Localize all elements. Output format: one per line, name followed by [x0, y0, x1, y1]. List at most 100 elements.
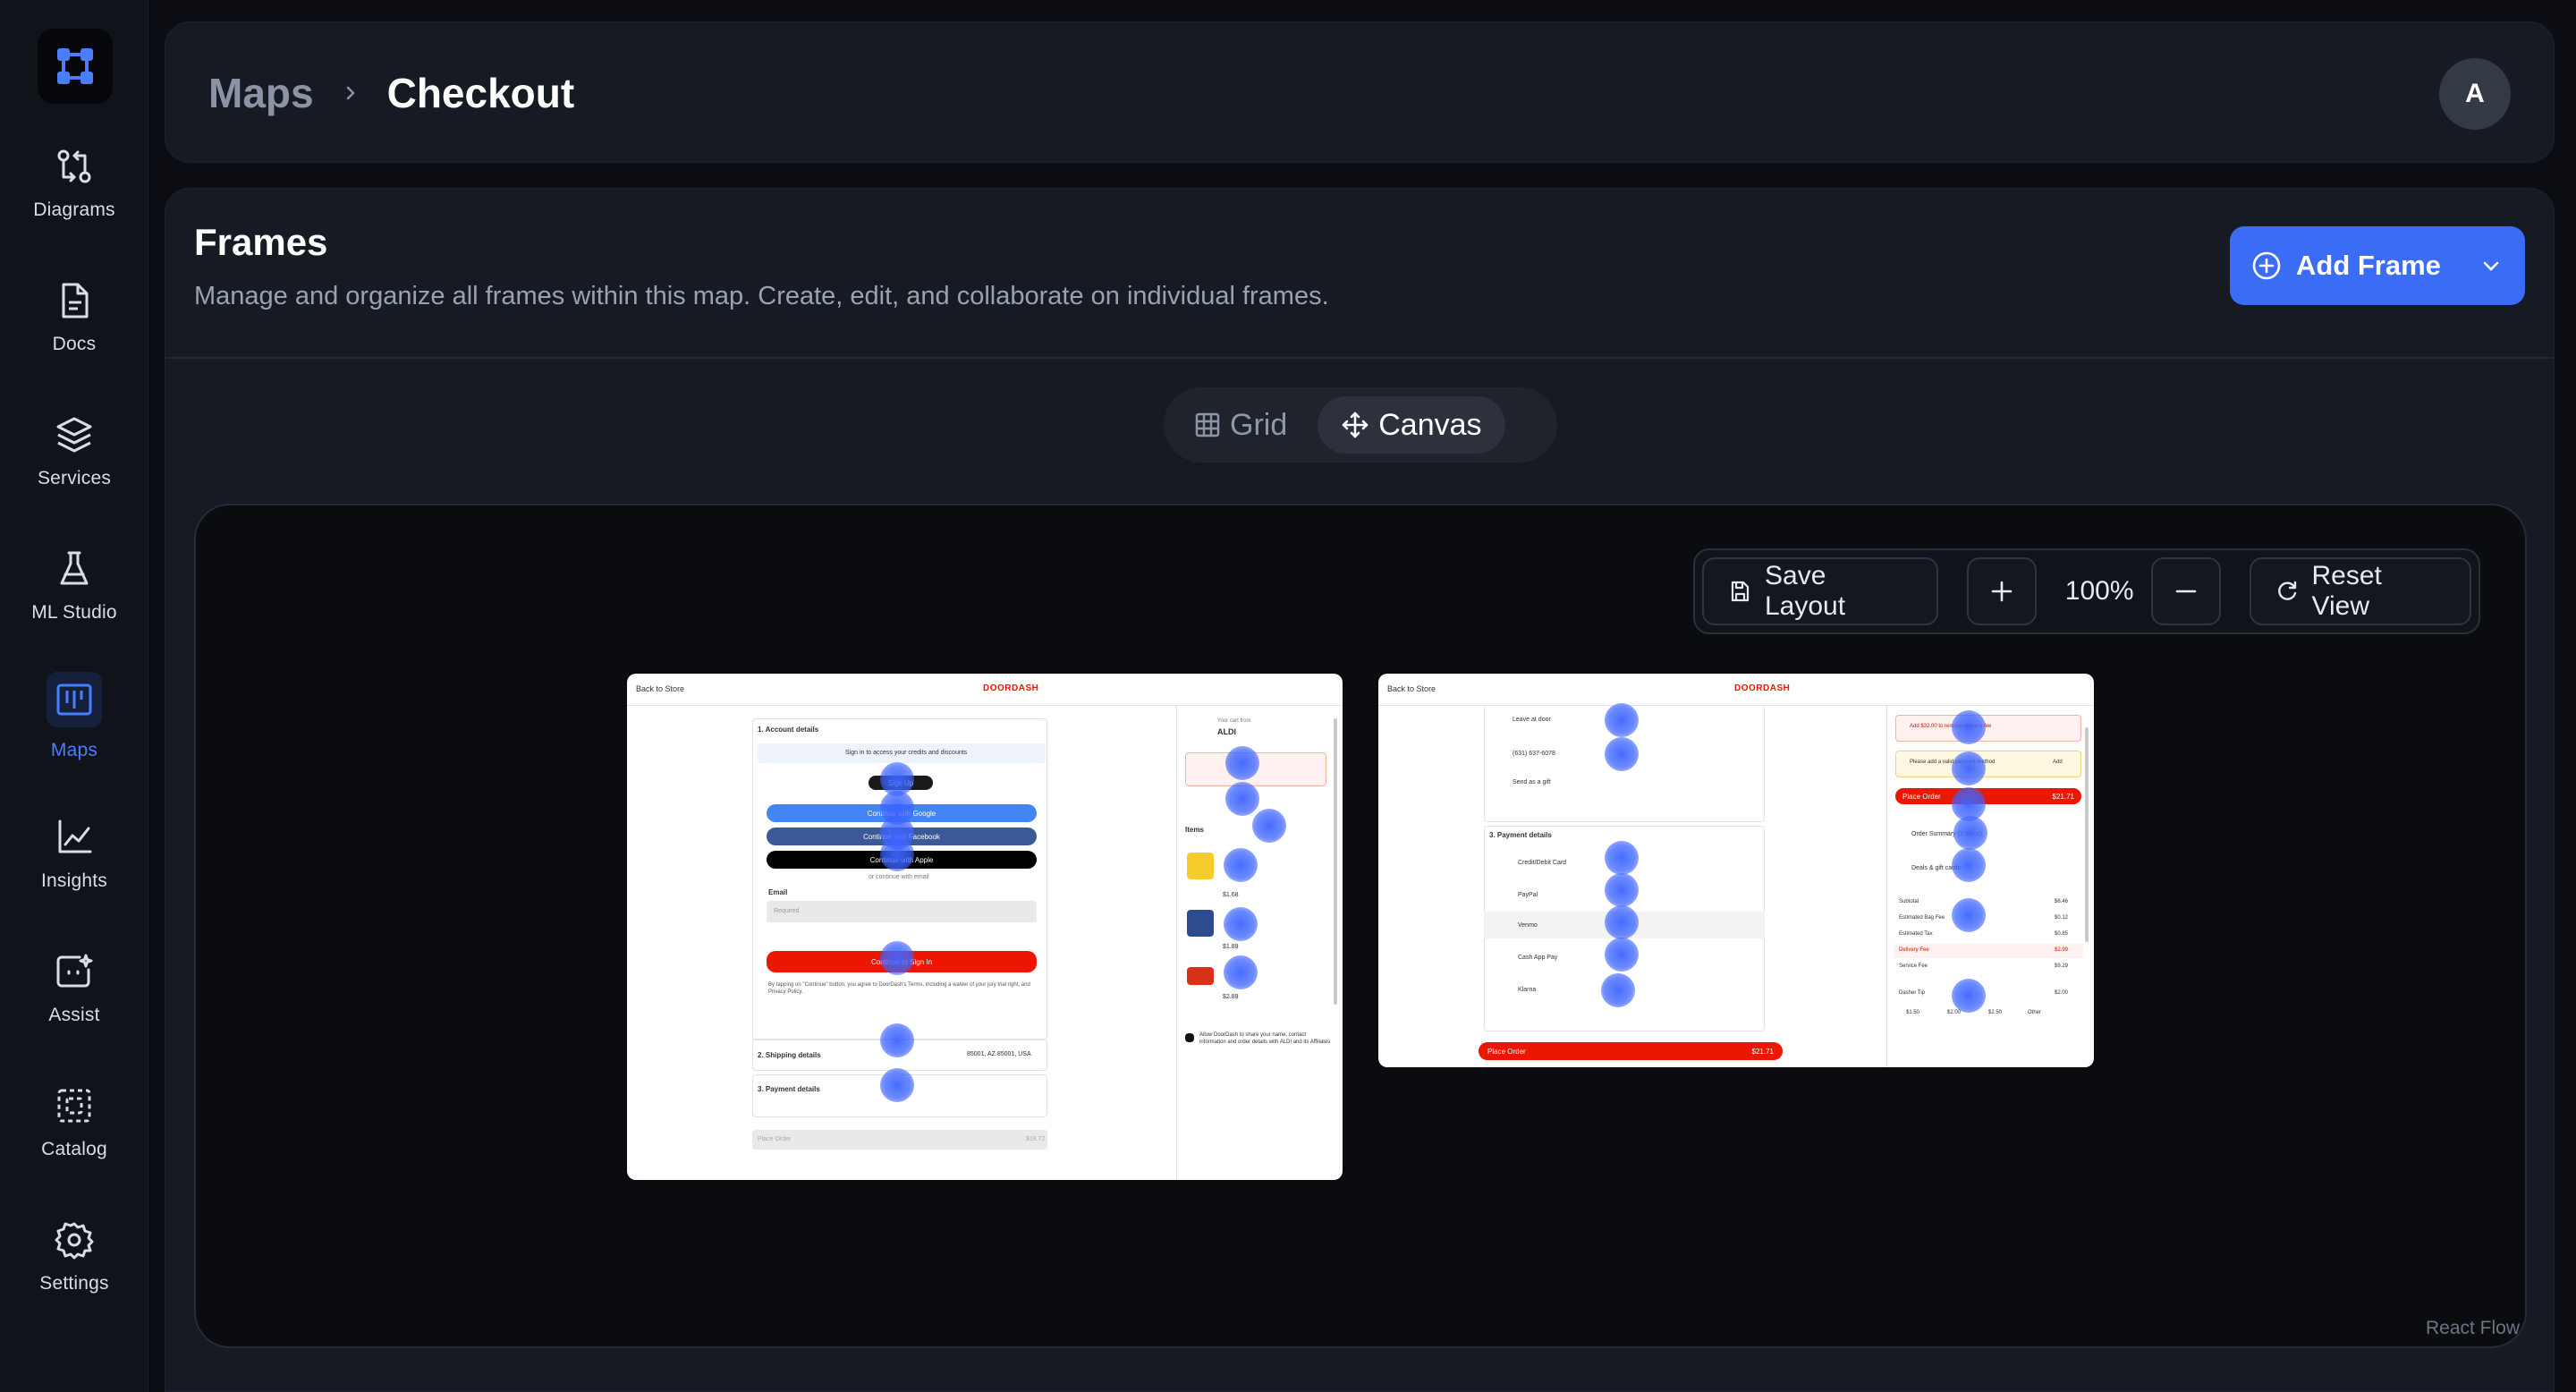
summary-tax-label: Estimated Tax: [1899, 931, 1933, 937]
zoom-in-button[interactable]: [1967, 557, 2037, 625]
map-icon: [47, 672, 102, 727]
refresh-icon: [2275, 579, 2300, 604]
move-icon: [1341, 411, 1369, 439]
sign-in-hint: Sign in to access your credits and disco…: [845, 750, 968, 756]
top-header: Maps Checkout A: [165, 21, 2555, 163]
frame-scrollbar: [1334, 718, 1337, 1005]
tab-canvas[interactable]: Canvas: [1318, 396, 1505, 454]
share-info-text: Allow DoorDash to share your name, conta…: [1199, 1032, 1331, 1045]
click-hotspot: [1225, 746, 1259, 780]
assist-icon: [54, 951, 95, 992]
summary-tax-value: $0.85: [2055, 931, 2069, 937]
summary-bagfee-label: Estimated Bag Fee: [1899, 915, 1945, 921]
diagram-icon: [54, 146, 95, 187]
save-layout-button[interactable]: Save Layout: [1702, 557, 1939, 625]
payment-heading: 3. Payment details: [1489, 831, 1552, 839]
sidebar-item-services[interactable]: Services: [0, 394, 148, 510]
flow-canvas[interactable]: Save Layout 100% Reset View Back to Stor…: [194, 504, 2527, 1348]
layers-icon: [54, 414, 95, 455]
add-frame-label: Add Frame: [2296, 250, 2441, 281]
sidebar: Diagrams Docs Services ML Studio Maps In…: [0, 0, 148, 1392]
summary-delivery-label: Delivery Fee: [1899, 947, 1929, 953]
summary-subtotal-label: Subtotal: [1899, 899, 1919, 904]
plus-circle-icon: [2251, 250, 2282, 281]
click-hotspot: [880, 837, 914, 871]
sidebar-item-insights[interactable]: Insights: [0, 796, 148, 912]
item-price-2: $1.89: [1223, 944, 1239, 950]
item-price-1: $1.68: [1223, 892, 1239, 898]
item-price-3: $2.89: [1223, 994, 1239, 1000]
method-cashapp: Cash App Pay: [1518, 955, 1558, 961]
tab-grid-label: Grid: [1230, 407, 1288, 442]
click-hotspot: [1952, 710, 1986, 744]
item-thumb-2: [1187, 910, 1214, 937]
click-hotspot: [1224, 955, 1258, 989]
click-hotspot: [1952, 751, 1986, 785]
click-hotspot: [1224, 848, 1258, 882]
click-hotspot: [1952, 848, 1986, 882]
share-info-checkbox: [1185, 1033, 1194, 1042]
page-title: Checkout: [386, 70, 575, 116]
chevron-down-icon[interactable]: [2480, 255, 2502, 276]
add-frame-button[interactable]: Add Frame: [2230, 226, 2525, 305]
tip-option: $2.00: [1947, 1010, 1962, 1015]
click-hotspot: [1605, 841, 1639, 875]
sidebar-item-maps[interactable]: Maps: [0, 662, 148, 778]
click-hotspot: [1952, 898, 1986, 932]
click-hotspot: [1605, 703, 1639, 737]
catalog-icon: [54, 1085, 95, 1126]
doc-icon: [54, 280, 95, 321]
app-logo[interactable]: [38, 29, 113, 104]
click-hotspot: [1605, 737, 1639, 771]
click-hotspot: [1225, 782, 1259, 816]
click-hotspot: [1952, 979, 1986, 1013]
sidebar-item-label: Docs: [52, 334, 97, 354]
zoom-out-button[interactable]: [2150, 557, 2221, 625]
minus-icon: [2174, 579, 2199, 604]
frames-title: Frames: [194, 221, 328, 263]
frame-card-checkout-signin[interactable]: Back to Store DOORDASH 1. Account detail…: [627, 674, 1343, 1180]
sidebar-item-assist[interactable]: Assist: [0, 930, 148, 1047]
phone-number: (631) 637-6078: [1513, 751, 1555, 757]
store-label: Your cart from: [1217, 718, 1251, 724]
gear-icon: [54, 1219, 95, 1260]
click-hotspot: [1605, 938, 1639, 972]
sidebar-item-diagrams[interactable]: Diagrams: [0, 125, 148, 242]
order-total: $18.72: [1026, 1136, 1046, 1142]
place-order-disabled: [752, 1130, 1047, 1150]
send-as-gift: Send as a gift: [1513, 779, 1551, 785]
tab-grid[interactable]: Grid: [1171, 396, 1310, 454]
order-total: $21.71: [1751, 1047, 1774, 1056]
chart-line-icon: [54, 817, 95, 858]
frame-card-checkout-payment[interactable]: Back to Store DOORDASH Leave at door (63…: [1378, 674, 2094, 1067]
place-order-label: Place Order: [1487, 1047, 1526, 1056]
frame-scrollbar: [2085, 727, 2089, 942]
plus-icon: [1989, 579, 2014, 604]
avatar[interactable]: A: [2439, 58, 2511, 130]
sidebar-item-label: Insights: [41, 870, 107, 891]
divider: [165, 357, 2554, 359]
save-icon: [1727, 579, 1752, 604]
or-email-text: or continue with email: [869, 874, 929, 880]
item-thumb-3: [1187, 967, 1214, 985]
sidebar-item-label: Settings: [39, 1273, 109, 1294]
doordash-logo: DOORDASH: [1734, 683, 1791, 693]
store-name: ALDI: [1217, 727, 1236, 736]
items-heading: Items: [1185, 826, 1204, 834]
breadcrumb-maps-link[interactable]: Maps: [208, 69, 314, 117]
sidebar-item-docs[interactable]: Docs: [0, 259, 148, 376]
breadcrumb: Maps Checkout: [208, 22, 574, 164]
reset-view-button[interactable]: Reset View: [2249, 557, 2471, 625]
leave-at-door: Leave at door: [1513, 717, 1551, 723]
method-card: Credit/Debit Card: [1518, 860, 1567, 866]
view-toggle: Grid Canvas: [1164, 387, 1557, 463]
sidebar-item-label: Maps: [50, 740, 98, 760]
click-hotspot: [1224, 907, 1258, 941]
sidebar-item-settings[interactable]: Settings: [0, 1199, 148, 1315]
react-flow-attribution[interactable]: React Flow: [2426, 1318, 2520, 1339]
sidebar-item-ml-studio[interactable]: ML Studio: [0, 528, 148, 644]
sidebar-item-catalog[interactable]: Catalog: [0, 1065, 148, 1181]
summary-service-value: $9.29: [2055, 963, 2069, 969]
click-hotspot: [1605, 905, 1639, 939]
payment-heading: 3. Payment details: [758, 1085, 820, 1093]
